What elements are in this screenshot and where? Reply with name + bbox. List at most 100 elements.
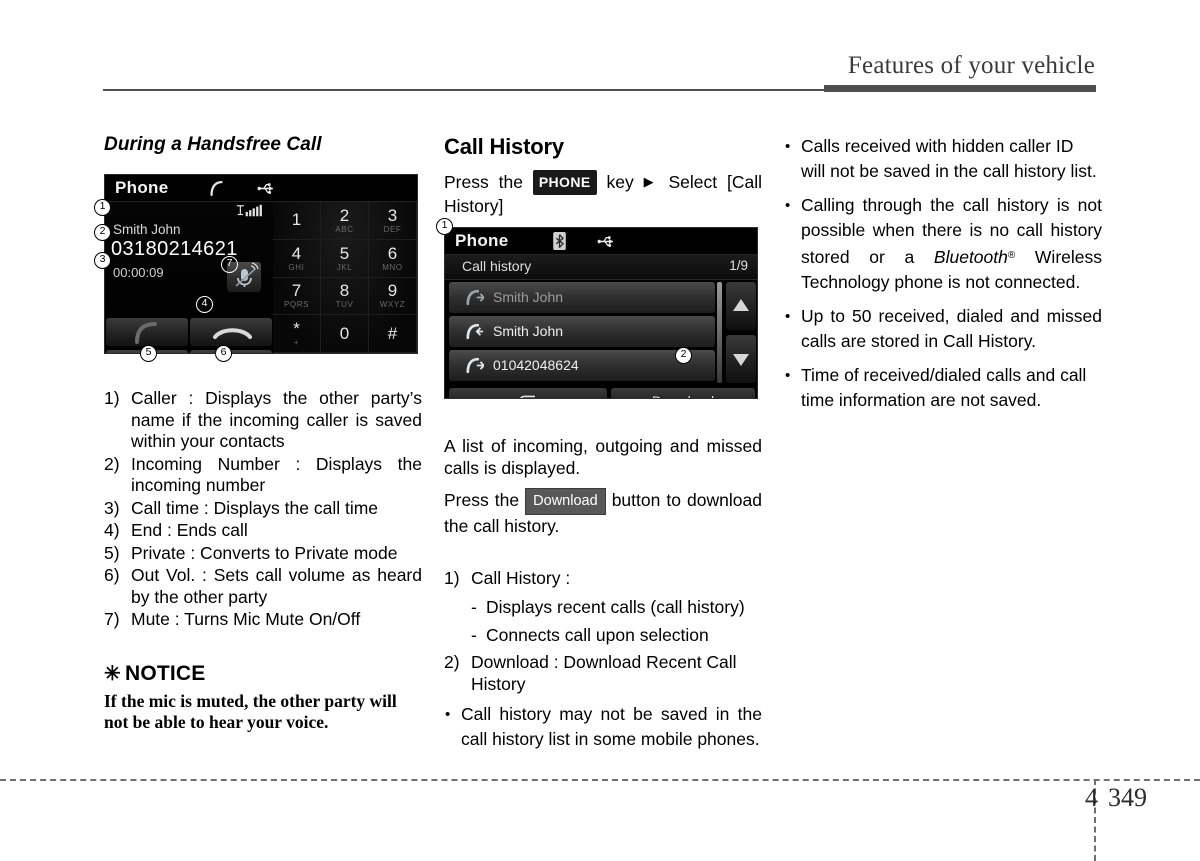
list-item[interactable]: Smith John — [449, 282, 715, 313]
keypad-key-5[interactable]: 5 JKL — [321, 239, 369, 278]
list-item: 1) Call History : — [444, 564, 762, 592]
keypad-key-8[interactable]: 8 TUV — [321, 277, 369, 316]
item-number: 2) — [444, 652, 460, 672]
page-number: 349 — [1108, 783, 1147, 812]
keypad-letters: + — [293, 338, 300, 348]
notice-body: If the mic is muted, the other party wil… — [104, 690, 397, 732]
keypad-key-hash[interactable]: # — [369, 315, 417, 353]
up-arrow-icon — [733, 299, 749, 311]
keypad-key-6[interactable]: 6 MNO — [369, 239, 417, 278]
status-bar: Phone — [105, 175, 417, 202]
call-option-buttons: Private Out Vol. — [105, 349, 273, 353]
item-number: 5) — [104, 542, 120, 563]
right-column: Calls received with hidden caller ID wil… — [784, 134, 1102, 422]
keypad-digit: * — [293, 319, 300, 339]
call-end-icon — [213, 328, 252, 339]
item-text: Download : Download Recent Call History — [471, 652, 737, 694]
callout-3: 3 — [94, 252, 111, 269]
call-history-sub-list: Displays recent calls (call history) Con… — [444, 593, 762, 649]
call-history-item-list: 1) Call History : — [444, 564, 762, 592]
keypad-digit: 7 — [291, 281, 302, 301]
scroll-up-button[interactable] — [726, 282, 756, 330]
item-text: Call time : Displays the call time — [131, 497, 379, 518]
item-number: 4) — [104, 520, 120, 540]
keypad-digit: 3 — [387, 205, 398, 225]
outgoing-call-icon — [466, 357, 484, 374]
list-item: 7) Mute : Turns Mic Mute On/Off — [104, 609, 422, 631]
end-call-button[interactable] — [190, 318, 272, 346]
callout-2: 2 — [675, 347, 692, 364]
notice-block: ✳ NOTICE If the mic is muted, the other p… — [104, 661, 422, 733]
keypad-letters: TUV — [335, 300, 354, 310]
call-history-paragraph-1: A list of incoming, outgoing and missed … — [444, 436, 762, 478]
item-number: 3) — [104, 497, 120, 518]
header-rule-thin — [103, 89, 826, 91]
arrow-right-icon: ▶ — [643, 174, 659, 189]
down-arrow-icon — [733, 354, 749, 366]
list-item: Connects call upon selection — [444, 621, 762, 649]
crop-mark-horizontal — [0, 779, 1200, 781]
keypad-digit: 0 — [339, 323, 350, 343]
callout-2: 2 — [94, 224, 111, 241]
keypad-key-4[interactable]: 4 GHI — [273, 239, 321, 278]
call-soft-keys — [105, 317, 273, 347]
callout-4: 4 — [196, 296, 213, 313]
callout-1: 1 — [436, 218, 453, 235]
keypad-key-0[interactable]: 0 — [321, 315, 369, 353]
keypad-key-2[interactable]: 2 ABC — [321, 202, 369, 240]
list-item: Calls received with hidden caller ID wil… — [784, 134, 1102, 184]
keypad-digit: 4 — [291, 243, 302, 263]
keypad-key-9[interactable]: 9 WXYZ — [369, 277, 417, 316]
keypad-key-7[interactable]: 7 PQRS — [273, 277, 321, 316]
download-badge: Download — [525, 488, 606, 515]
item-number: 7) — [104, 609, 120, 629]
running-head: Features of your vehicle — [847, 52, 1095, 79]
keypad-letters: DEF — [383, 224, 402, 234]
list-item: 1) Caller : Displays the other party’s na… — [104, 388, 422, 453]
keypad-key-3[interactable]: 3 DEF — [369, 202, 417, 240]
page-indicator: 1/9 — [729, 258, 748, 273]
list-item-label: Smith John — [493, 323, 564, 339]
list-item: 4) End : Ends call — [104, 520, 422, 542]
answer-call-button[interactable] — [106, 318, 188, 346]
phone-key-badge: PHONE — [532, 170, 597, 195]
keypad-key-star[interactable]: * + — [273, 315, 321, 353]
signal-bars-icon — [236, 204, 262, 217]
screen-title: Phone — [115, 178, 169, 197]
scrollbar[interactable] — [717, 282, 722, 383]
instruction-before: Press the — [444, 172, 523, 192]
keypad-letters: PQRS — [283, 300, 310, 310]
keypad-key-1[interactable]: 1 — [273, 202, 321, 240]
item-number: 1) — [444, 568, 460, 588]
back-button[interactable] — [449, 388, 607, 398]
scroll-down-button[interactable] — [726, 335, 756, 383]
call-info-panel: Smith John 03180214621 00:00:09 — [105, 202, 273, 353]
list-item[interactable]: Smith John — [449, 316, 715, 347]
keypad-digit: 6 — [387, 243, 398, 263]
call-history-bullets: Call history may not be saved in the cal… — [444, 702, 762, 752]
call-time: 00:00:09 — [113, 265, 164, 280]
keypad-digit: 5 — [339, 243, 350, 263]
keypad-letters: MNO — [382, 262, 403, 272]
list-item: 6) Out Vol. : Sets call volume as heard b… — [104, 565, 422, 608]
item-number: 6) — [104, 565, 120, 585]
keypad-digit: 2 — [339, 205, 350, 225]
keypad-letters: GHI — [288, 262, 305, 272]
list-item-label: Smith John — [493, 289, 564, 305]
item-text: Out Vol. : Sets call volume as heard by … — [131, 565, 422, 607]
list-title-bar: Call history 1/9 — [445, 255, 757, 280]
status-bar: Phone — [445, 228, 757, 255]
usb-icon — [257, 183, 273, 194]
list-item: 2) Incoming Number : Displays the incomin… — [104, 454, 422, 497]
middle-column: Call History Press the PHONE key ▶ Selec… — [436, 134, 762, 761]
download-button[interactable]: Download — [611, 388, 755, 398]
bluetooth-icon — [553, 232, 566, 250]
keypad-digit: 1 — [291, 210, 302, 230]
back-arrow-icon — [520, 395, 535, 398]
list-item: Time of received/dialed calls and call t… — [784, 363, 1102, 413]
callout-6: 6 — [215, 345, 232, 362]
chapter-number: 4 — [1085, 783, 1098, 812]
call-icon — [210, 180, 223, 197]
left-column: During a Handsfree Call Phone Smith John… — [94, 134, 422, 733]
outgoing-call-icon — [466, 289, 484, 306]
